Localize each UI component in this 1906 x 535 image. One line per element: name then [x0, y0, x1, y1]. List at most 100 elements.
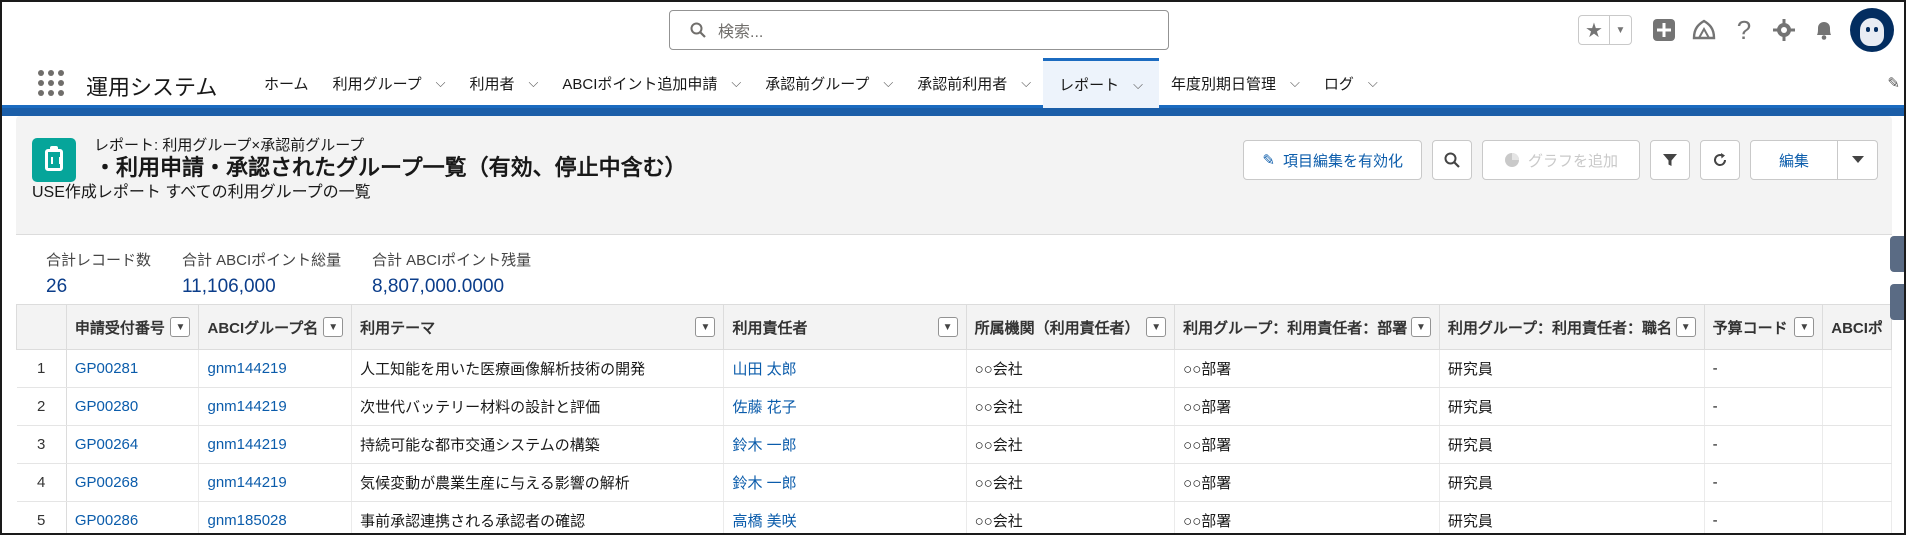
search-icon [1444, 152, 1460, 168]
column-header[interactable]: ABCIポ [1822, 304, 1892, 350]
tab-usage-groups[interactable]: 利用グループ ⌵ [321, 58, 458, 108]
favorites-menu-chevron-icon[interactable]: ▼ [1609, 16, 1631, 44]
table-row: 3 GP00264 gnm144219 持続可能な都市交通システムの構築 鈴木 … [16, 425, 1892, 464]
column-header-label: 利用グループ：利用責任者：部署 [1183, 319, 1408, 337]
group-name-link[interactable]: gnm144219 [198, 425, 353, 464]
total-abci-points: 合計 ABCIポイント総量 11,106,000 [182, 249, 341, 298]
group-name-link[interactable]: gnm144219 [198, 349, 353, 388]
column-menu-chevron-icon[interactable]: ▼ [1794, 317, 1815, 337]
tab-reports[interactable]: レポート ⌵ [1043, 58, 1159, 108]
summary-value: 8,807,000.0000 [372, 276, 505, 297]
column-menu-chevron-icon[interactable]: ▼ [937, 317, 958, 337]
job-title-cell: 研究員 [1439, 501, 1705, 533]
column-header[interactable]: 所属機関（利用責任者） ▼ [965, 304, 1176, 350]
row-number-header [16, 304, 67, 350]
avatar[interactable] [1850, 8, 1894, 52]
edit-label: 編集 [1778, 152, 1809, 170]
application-number-link[interactable]: GP00268 [66, 463, 200, 502]
panel-handle-top[interactable] [1890, 236, 1904, 272]
tab-label: 承認前グループ [765, 75, 870, 93]
column-menu-chevron-icon[interactable]: ▼ [1410, 317, 1431, 337]
tab-users[interactable]: 利用者 ⌵ [458, 58, 551, 108]
row-number: 3 [16, 425, 67, 464]
tab-pending-groups[interactable]: 承認前グループ ⌵ [753, 58, 905, 108]
tab-pending-users[interactable]: 承認前利用者 ⌵ [905, 58, 1043, 108]
owner-link[interactable]: 佐藤 花子 [723, 387, 967, 426]
column-header-label: 利用グループ：利用責任者：職名 [1447, 319, 1673, 337]
column-menu-chevron-icon[interactable]: ▼ [1146, 317, 1167, 337]
setup-gear-icon[interactable] [1764, 10, 1804, 50]
side-panel-handles [1888, 232, 1904, 342]
search-placeholder: 検索... [718, 24, 764, 41]
chevron-down-icon[interactable]: ⌵ [1290, 75, 1300, 91]
tab-label: 年度別期日管理 [1171, 75, 1277, 93]
brand-pattern-strip [2, 108, 1904, 116]
owner-link[interactable]: 高橋 美咲 [723, 501, 967, 533]
application-number-link[interactable]: GP00264 [66, 425, 200, 464]
favorites-button[interactable]: ★ ▼ [1578, 15, 1632, 45]
column-header[interactable]: 利用テーマ ▼ [351, 304, 725, 350]
job-title-cell: 研究員 [1439, 425, 1705, 464]
panel-handle-bottom[interactable] [1890, 284, 1904, 320]
row-number: 5 [16, 501, 67, 533]
app-launcher-icon[interactable] [38, 70, 64, 96]
column-header-label: 所属機関（利用責任者） [974, 319, 1140, 337]
column-header[interactable]: 利用責任者 ▼ [723, 304, 967, 350]
add-chart-button[interactable]: グラフを追加 [1482, 140, 1640, 180]
chevron-down-icon[interactable]: ⌵ [1368, 75, 1378, 91]
tab-logs[interactable]: ログ ⌵ [1312, 58, 1390, 108]
app-window: 検索... ★ ▼ ? 運用システム ホーム 利用グループ ⌵ 利用者 ⌵ AB… [0, 0, 1906, 535]
refresh-button[interactable] [1700, 140, 1740, 180]
group-name-link[interactable]: gnm144219 [198, 387, 353, 426]
add-icon[interactable] [1644, 10, 1684, 50]
tab-label: 承認前利用者 [917, 75, 1008, 93]
enable-field-edit-button[interactable]: ✎ 項目編集を有効化 [1243, 140, 1422, 180]
application-number-link[interactable]: GP00286 [66, 501, 200, 533]
budget-code-cell: - [1704, 349, 1824, 388]
trailhead-icon[interactable] [1684, 10, 1724, 50]
tab-abci-point-request[interactable]: ABCIポイント追加申請 ⌵ [550, 58, 753, 108]
edit-button[interactable]: 編集 [1750, 140, 1838, 180]
chevron-down-icon[interactable]: ⌵ [731, 75, 741, 91]
chevron-down-icon[interactable]: ⌵ [436, 75, 446, 91]
budget-code-cell: - [1704, 387, 1824, 426]
column-menu-chevron-icon[interactable]: ▼ [1675, 317, 1696, 337]
star-icon[interactable]: ★ [1579, 16, 1609, 44]
owner-link[interactable]: 鈴木 一郎 [723, 425, 967, 464]
organization-cell: ○○会社 [966, 349, 1176, 388]
notification-bell-icon[interactable] [1804, 10, 1844, 50]
global-search-input[interactable]: 検索... [669, 10, 1169, 50]
edit-menu-chevron-down-icon[interactable] [1838, 140, 1878, 180]
help-icon[interactable]: ? [1724, 10, 1764, 50]
group-name-link[interactable]: gnm144219 [198, 463, 353, 502]
chevron-down-icon[interactable]: ⌵ [1021, 75, 1031, 91]
tab-home[interactable]: ホーム [252, 58, 321, 108]
column-header[interactable]: 利用グループ：利用責任者：部署 ▼ [1174, 304, 1440, 350]
owner-link[interactable]: 山田 太郎 [723, 349, 967, 388]
column-header[interactable]: 予算コード ▼ [1703, 304, 1824, 350]
column-menu-chevron-icon[interactable]: ▼ [170, 317, 191, 337]
chevron-down-icon[interactable]: ⌵ [883, 75, 893, 91]
app-navigation-bar: 運用システム ホーム 利用グループ ⌵ 利用者 ⌵ ABCIポイント追加申請 ⌵ 承認… [2, 58, 1904, 108]
filter-button[interactable] [1650, 140, 1690, 180]
summary-value: 11,106,000 [182, 276, 276, 297]
tab-label: レポート [1059, 77, 1120, 94]
edit-nav-pencil-icon[interactable]: ✎ [1887, 74, 1900, 92]
group-name-link[interactable]: gnm185028 [198, 501, 353, 533]
application-number-link[interactable]: GP00280 [66, 387, 200, 426]
column-header[interactable]: 申請受付番号 ▼ [65, 304, 200, 350]
organization-cell: ○○会社 [966, 387, 1176, 426]
application-number-link[interactable]: GP00281 [66, 349, 200, 388]
column-header[interactable]: 利用グループ：利用責任者：職名 ▼ [1438, 304, 1705, 350]
organization-cell: ○○会社 [966, 501, 1176, 533]
column-header-label: ABCIグループ名 [207, 319, 319, 337]
nav-tabs: ホーム 利用グループ ⌵ 利用者 ⌵ ABCIポイント追加申請 ⌵ 承認前グループ ⌵ … [252, 58, 1390, 108]
owner-link[interactable]: 鈴木 一郎 [723, 463, 967, 502]
column-menu-chevron-icon[interactable]: ▼ [695, 317, 716, 337]
column-header[interactable]: ABCIグループ名 ▼ [198, 304, 353, 350]
search-report-button[interactable] [1432, 140, 1472, 180]
tab-fiscal-deadlines[interactable]: 年度別期日管理 ⌵ [1159, 58, 1312, 108]
chevron-down-icon[interactable]: ⌵ [1133, 77, 1143, 93]
column-menu-chevron-icon[interactable]: ▼ [323, 317, 344, 337]
chevron-down-icon[interactable]: ⌵ [529, 75, 539, 91]
